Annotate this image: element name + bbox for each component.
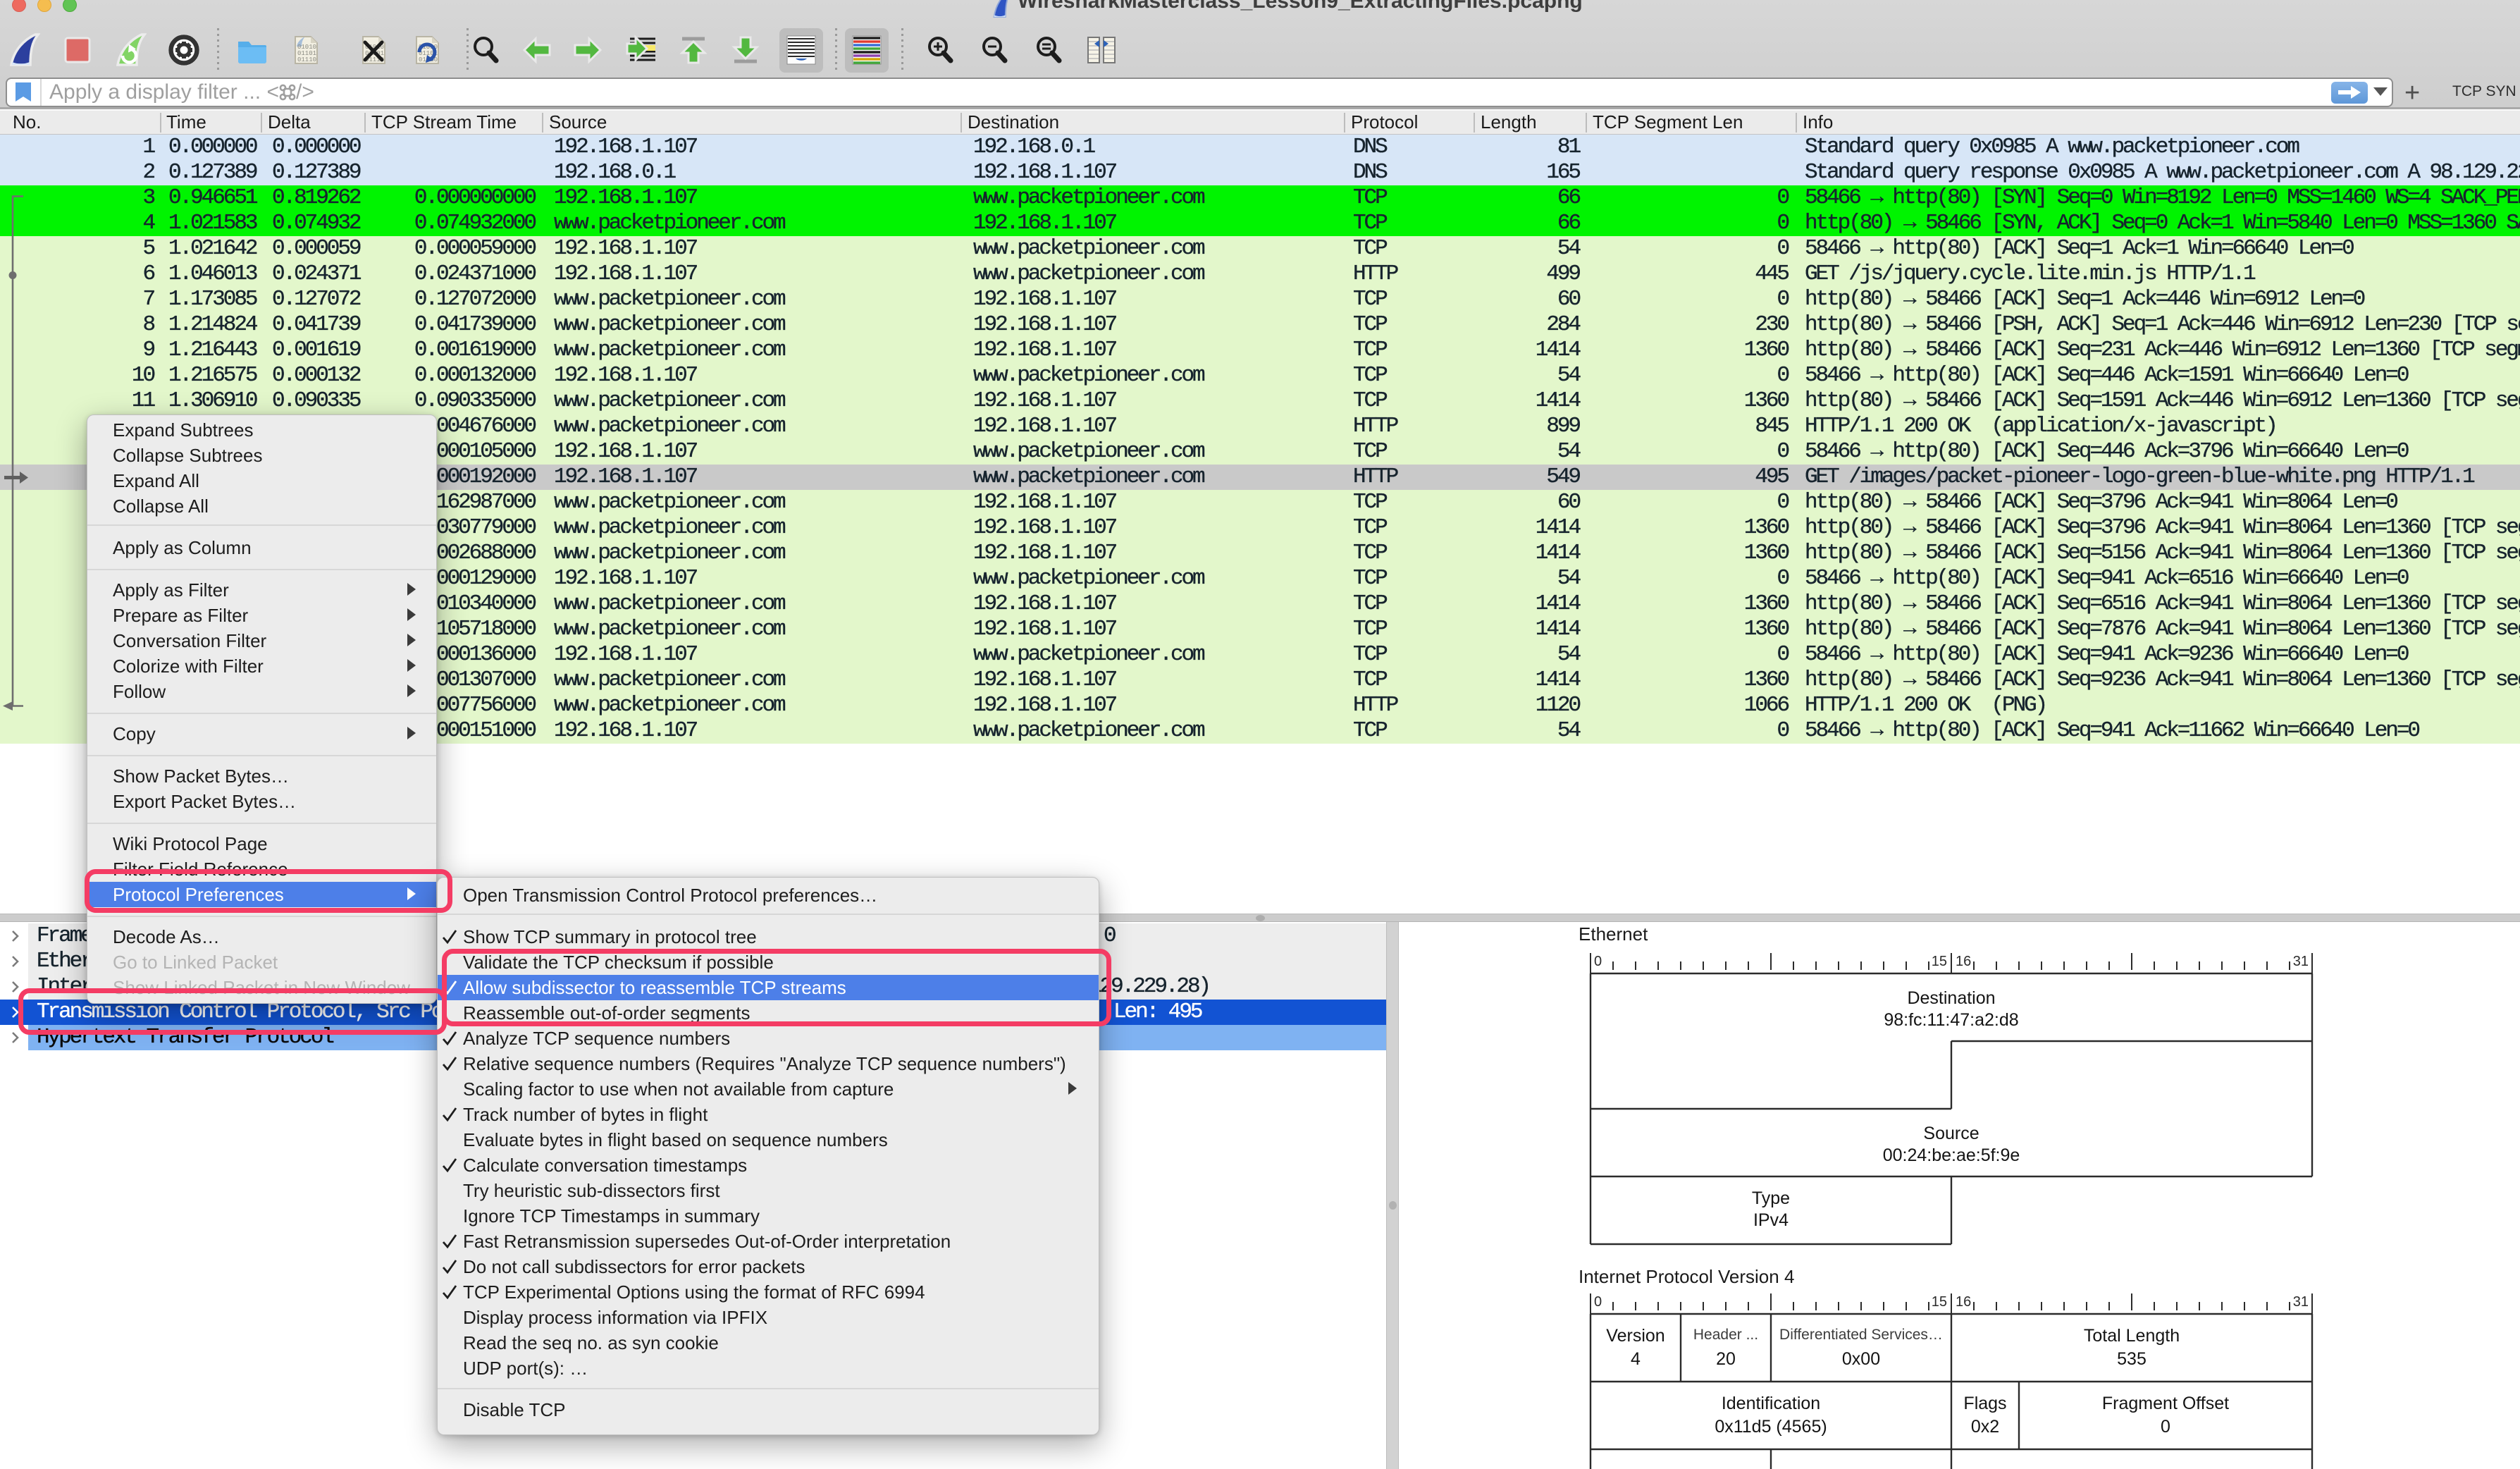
svg-text:0x2: 0x2 xyxy=(1971,1417,1999,1437)
svg-text:0x00: 0x00 xyxy=(1842,1349,1880,1369)
svg-text:4: 4 xyxy=(1631,1349,1641,1369)
svg-text:Destination: Destination xyxy=(1907,988,1995,1008)
svg-text:535: 535 xyxy=(2117,1349,2147,1369)
svg-text:31: 31 xyxy=(2293,954,2309,969)
svg-text:Internet Protocol Version 4: Internet Protocol Version 4 xyxy=(1579,1266,1794,1287)
svg-text:Source: Source xyxy=(1923,1124,1979,1143)
svg-text:0: 0 xyxy=(1594,1294,1602,1310)
svg-text:Version: Version xyxy=(1606,1326,1664,1346)
svg-text:0: 0 xyxy=(2161,1417,2170,1437)
svg-text:0: 0 xyxy=(1594,954,1602,969)
svg-text:16: 16 xyxy=(1956,1294,1971,1310)
svg-text:Total Length: Total Length xyxy=(2084,1326,2180,1346)
svg-text:IPv4: IPv4 xyxy=(1753,1210,1789,1230)
svg-text:00:24:be:ae:5f:9e: 00:24:be:ae:5f:9e xyxy=(1883,1145,2020,1165)
svg-text:15: 15 xyxy=(1932,1294,1947,1310)
svg-text:Type: Type xyxy=(1752,1188,1790,1208)
svg-text:Fragment Offset: Fragment Offset xyxy=(2102,1394,2229,1413)
svg-text:01110: 01110 xyxy=(297,56,316,63)
svg-text:Differentiated Services…: Differentiated Services… xyxy=(1779,1327,1943,1343)
svg-text:Flags: Flags xyxy=(1963,1394,2006,1413)
svg-text:16: 16 xyxy=(1956,954,1971,969)
svg-text:20: 20 xyxy=(1716,1349,1736,1369)
svg-text:0x11d5 (4565): 0x11d5 (4565) xyxy=(1715,1417,1827,1437)
svg-text:15: 15 xyxy=(1932,954,1947,969)
svg-text:Ethernet: Ethernet xyxy=(1579,923,1648,945)
svg-text:Identification: Identification xyxy=(1722,1394,1820,1413)
svg-text:98:fc:11:47:a2:d8: 98:fc:11:47:a2:d8 xyxy=(1884,1010,2018,1030)
svg-text:31: 31 xyxy=(2293,1294,2309,1310)
svg-text:Header ...: Header ... xyxy=(1693,1327,1758,1343)
